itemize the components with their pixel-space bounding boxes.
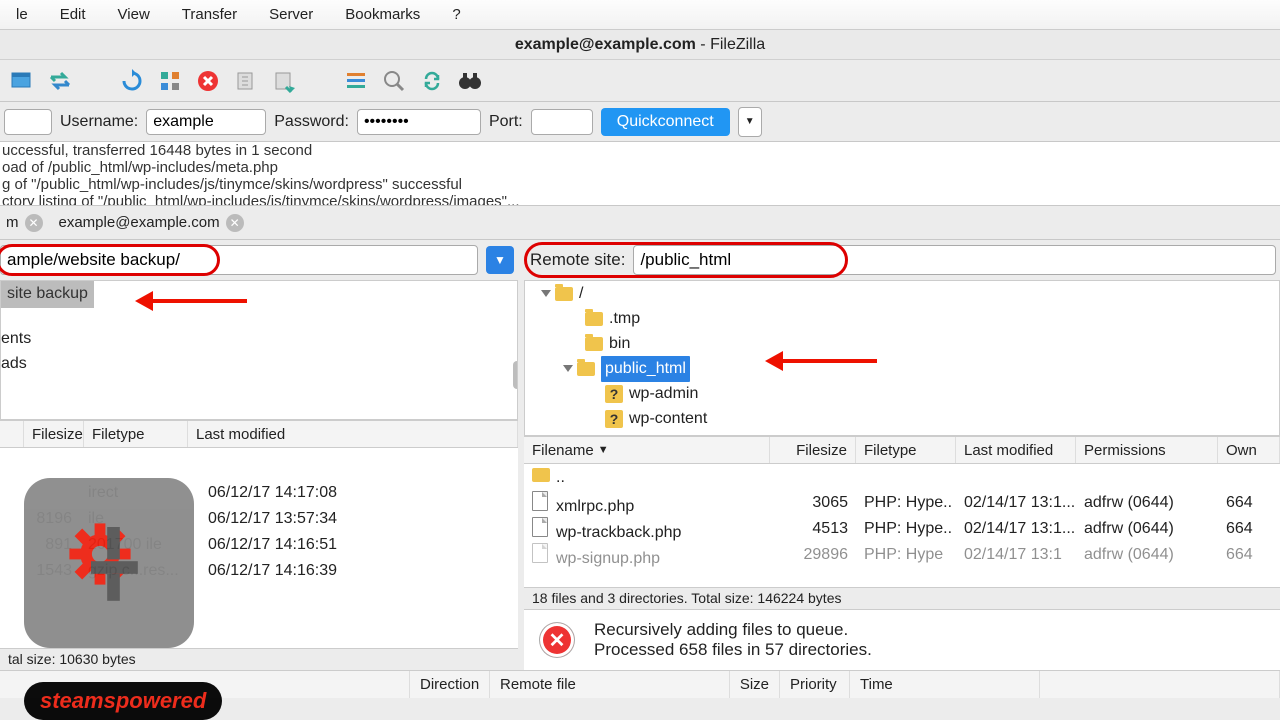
col-filename[interactable]: Filename▼	[524, 437, 770, 463]
filelist-icon[interactable]	[342, 67, 370, 95]
transfer-toggle-icon[interactable]	[46, 67, 74, 95]
sync-icon[interactable]	[418, 67, 446, 95]
local-path-input[interactable]	[0, 245, 478, 275]
tree-item[interactable]: wp-content	[629, 407, 707, 431]
local-path-dropdown[interactable]: ▼	[486, 246, 514, 274]
port-label: Port:	[489, 113, 523, 131]
menu-server[interactable]: Server	[253, 2, 329, 27]
tree-item[interactable]: ads	[1, 351, 517, 376]
toolbar	[0, 60, 1280, 102]
list-item[interactable]: 891201700 ile06/12/17 14:16:51	[0, 532, 518, 558]
list-item[interactable]: wp-trackback.php4513PHP: Hype..02/14/17 …	[524, 516, 1280, 542]
binoculars-icon[interactable]	[456, 67, 484, 95]
tree-item[interactable]: bin	[609, 332, 630, 356]
queue-msg-line: Processed 658 files in 57 directories.	[594, 640, 872, 660]
list-item[interactable]: irect06/12/17 14:17:08	[0, 480, 518, 506]
menu-bookmarks[interactable]: Bookmarks	[329, 2, 436, 27]
remote-pane: Remote site: / .tmp bin public_html ?wp-…	[524, 240, 1280, 670]
close-icon[interactable]: ✕	[25, 214, 43, 232]
process-queue-icon[interactable]	[156, 67, 184, 95]
username-input[interactable]	[146, 109, 266, 135]
refresh-icon[interactable]	[118, 67, 146, 95]
tree-item[interactable]: .tmp	[609, 307, 640, 331]
col-priority[interactable]: Priority	[780, 671, 850, 698]
sitemgr-icon[interactable]	[8, 67, 36, 95]
col-direction[interactable]: Direction	[410, 671, 490, 698]
local-pane: ▼ site backup ents ads Filesize Filetype…	[0, 240, 524, 670]
menu-file[interactable]: le	[0, 2, 44, 27]
queue-msg-line: Recursively adding files to queue.	[594, 620, 872, 640]
search-icon[interactable]	[380, 67, 408, 95]
col-lastmod[interactable]: Last modified	[188, 421, 518, 447]
host-input[interactable]	[4, 109, 52, 135]
col-owner[interactable]: Own	[1218, 437, 1280, 463]
remote-site-label: Remote site:	[524, 250, 625, 270]
queue-progress: ✕ Recursively adding files to queue. Pro…	[524, 609, 1280, 670]
col-filetype[interactable]: Filetype	[856, 437, 956, 463]
menu-transfer[interactable]: Transfer	[166, 2, 253, 27]
col-remote-file[interactable]: Remote file	[490, 671, 730, 698]
col-time[interactable]: Time	[850, 671, 1040, 698]
disconnect-icon[interactable]	[232, 67, 260, 95]
local-status: tal size: 10630 bytes	[0, 648, 518, 670]
col-size[interactable]: Size	[730, 671, 780, 698]
tree-item[interactable]: ents	[1, 326, 517, 351]
window-title: example@example.com - FileZilla	[0, 30, 1280, 60]
col-filetype[interactable]: Filetype	[84, 421, 188, 447]
list-item-parent[interactable]: ..	[524, 464, 1280, 490]
tab-2[interactable]: example@example.com✕	[53, 210, 254, 236]
list-item[interactable]: 8196ile06/12/17 13:57:34	[0, 506, 518, 532]
transfer-queue-header: Direction Remote file Size Priority Time	[0, 670, 1280, 698]
local-tree[interactable]: site backup ents ads	[0, 280, 518, 420]
menu-view[interactable]: View	[102, 2, 166, 27]
col-lastmod[interactable]: Last modified	[956, 437, 1076, 463]
menu-help[interactable]: ?	[436, 2, 476, 27]
remote-status: 18 files and 3 directories. Total size: …	[524, 587, 1280, 609]
tree-item-selected[interactable]: public_html	[601, 356, 690, 382]
tree-item[interactable]: wp-admin	[629, 382, 698, 406]
remote-path-input[interactable]	[633, 245, 1276, 275]
log-line: uccessful, transferred 16448 bytes in 1 …	[2, 142, 1278, 159]
col-filesize[interactable]: Filesize	[770, 437, 856, 463]
remote-file-list[interactable]: .. xmlrpc.php3065PHP: Hype..02/14/17 13:…	[524, 464, 1280, 587]
password-input[interactable]	[357, 109, 481, 135]
list-item[interactable]: 1543gzip c...res...06/12/17 14:16:39	[0, 558, 518, 584]
password-label: Password:	[274, 113, 349, 131]
local-list-header: Filesize Filetype Last modified	[0, 420, 518, 448]
list-item[interactable]: xmlrpc.php3065PHP: Hype..02/14/17 13:1..…	[524, 490, 1280, 516]
menu-bar[interactable]: le Edit View Transfer Server Bookmarks ?	[0, 0, 1280, 30]
port-input[interactable]	[531, 109, 593, 135]
close-icon[interactable]: ✕	[226, 214, 244, 232]
list-item[interactable]: wp-signup.php29896PHP: Hype02/14/17 13:1…	[524, 542, 1280, 568]
quickconnect-dropdown[interactable]: ▼	[738, 107, 762, 137]
tab-1[interactable]: m✕	[0, 210, 53, 236]
log-line: ctory listing of "/public_html/wp-includ…	[2, 193, 1278, 206]
connection-tabs: m✕ example@example.com✕	[0, 206, 1280, 240]
log-line: g of "/public_html/wp-includes/js/tinymc…	[2, 176, 1278, 193]
menu-edit[interactable]: Edit	[44, 2, 102, 27]
message-log[interactable]: uccessful, transferred 16448 bytes in 1 …	[0, 142, 1280, 206]
log-line: oad of /public_html/wp-includes/meta.php	[2, 159, 1278, 176]
annotation-arrow	[781, 359, 877, 363]
remote-tree[interactable]: / .tmp bin public_html ?wp-admin ?wp-con…	[524, 280, 1280, 436]
col-filesize[interactable]: Filesize	[24, 421, 84, 447]
annotation-arrow	[151, 299, 247, 303]
tree-item[interactable]: wp-includes	[629, 432, 713, 437]
quickconnect-button[interactable]: Quickconnect	[601, 108, 730, 136]
tree-item-selected[interactable]: site backup	[1, 280, 94, 308]
local-file-list[interactable]: irect06/12/17 14:17:08 8196ile06/12/17 1…	[0, 448, 518, 648]
reconnect-icon[interactable]	[270, 67, 298, 95]
splitter-handle[interactable]	[513, 361, 518, 389]
quickconnect-bar: Username: Password: Port: Quickconnect ▼	[0, 102, 1280, 142]
tree-root[interactable]: /	[579, 282, 583, 306]
cancel-queue-icon[interactable]: ✕	[540, 623, 574, 657]
remote-list-header: Filename▼ Filesize Filetype Last modifie…	[524, 436, 1280, 464]
cancel-icon[interactable]	[194, 67, 222, 95]
username-label: Username:	[60, 113, 138, 131]
col-permissions[interactable]: Permissions	[1076, 437, 1218, 463]
